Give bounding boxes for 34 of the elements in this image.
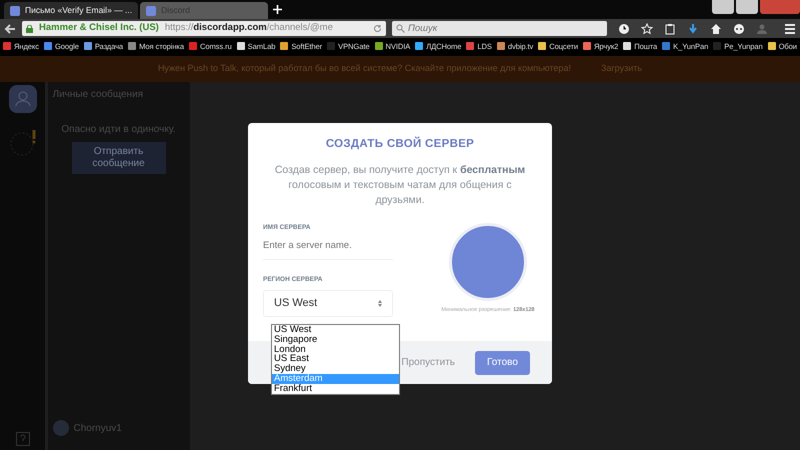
search-icon [396, 24, 405, 33]
history-icon[interactable] [618, 22, 630, 34]
reload-icon[interactable] [373, 24, 382, 33]
search-field[interactable]: Пошук [392, 21, 607, 36]
select-arrows-icon [378, 300, 382, 308]
friends-icon[interactable] [8, 84, 36, 112]
clipboard-icon[interactable] [664, 22, 676, 34]
dropdown-option[interactable]: US West [272, 325, 399, 335]
dialog-title: СОЗДАТЬ СВОЙ СЕРВЕР [324, 136, 476, 152]
section-header: Личные сообщения [52, 88, 144, 102]
home-icon[interactable] [710, 22, 722, 34]
user-avatar [52, 420, 68, 436]
new-tab-icon[interactable] [272, 2, 282, 17]
chat-icon[interactable] [733, 22, 745, 34]
lock-icon [26, 24, 33, 32]
download-icon[interactable] [687, 22, 699, 34]
dropdown-option[interactable]: Frankfurt [272, 384, 399, 394]
send-message-button[interactable]: Отправить сообщение [72, 142, 166, 174]
username: Chornyuv1 [74, 422, 122, 436]
add-server-icon[interactable] [8, 128, 38, 158]
account-icon[interactable] [756, 22, 768, 34]
dropdown-option[interactable]: London [272, 344, 399, 354]
menu-icon[interactable] [784, 22, 796, 34]
address-bar[interactable]: Hammer & Chisel Inc. (US) https://discordapp.com/channels/@me [22, 21, 386, 36]
region-select[interactable]: US West [263, 290, 393, 318]
url-text: https://discordapp.com/channels/@me [164, 21, 333, 36]
dialog-description: Создав сервер, вы получите доступ к бесплатным голосовым и текстовым чатам для общения с друзьями. [274, 162, 526, 208]
dropdown-option[interactable]: Singapore [272, 334, 399, 345]
banner-text: Нужен Push to Talk, который работал бы во всей системе? Скачайте приложение для компьютера! [158, 62, 571, 76]
browser-tab[interactable]: Письмо «Verify Email» — ... [4, 2, 138, 19]
back-icon[interactable] [4, 22, 16, 34]
site-identity: Hammer & Chisel Inc. (US) [39, 21, 159, 36]
empty-state-text: Опасно идти в одиночку. [61, 123, 176, 137]
star-icon[interactable] [641, 22, 653, 34]
